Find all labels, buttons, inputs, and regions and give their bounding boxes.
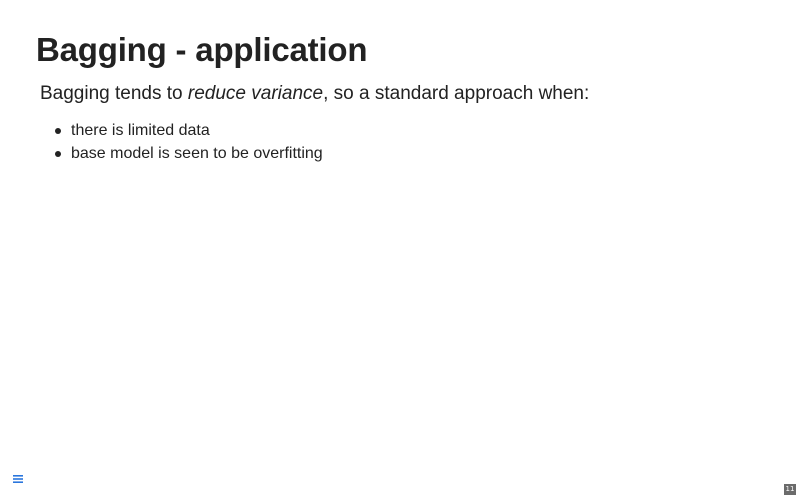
intro-text-after: , so a standard approach when: <box>323 83 590 104</box>
bullet-list: there is limited data base model is seen… <box>52 119 323 165</box>
bullet-item: there is limited data <box>52 119 323 142</box>
bullet-item: base model is seen to be overfitting <box>52 142 323 165</box>
intro-text: Bagging tends to reduce variance, so a s… <box>40 81 589 107</box>
bullet-dot-icon <box>55 151 61 157</box>
bullet-text: base model is seen to be overfitting <box>71 145 323 162</box>
bullet-text: there is limited data <box>71 122 210 139</box>
slide-number-badge: 11 <box>784 484 796 495</box>
bullet-dot-icon <box>55 128 61 134</box>
slide: Bagging - application Bagging tends to r… <box>0 0 800 500</box>
slide-title: Bagging - application <box>36 31 368 68</box>
intro-text-before: Bagging tends to <box>40 83 188 104</box>
hamburger-menu-icon[interactable] <box>12 473 26 487</box>
intro-text-emphasis: reduce variance <box>187 83 324 104</box>
